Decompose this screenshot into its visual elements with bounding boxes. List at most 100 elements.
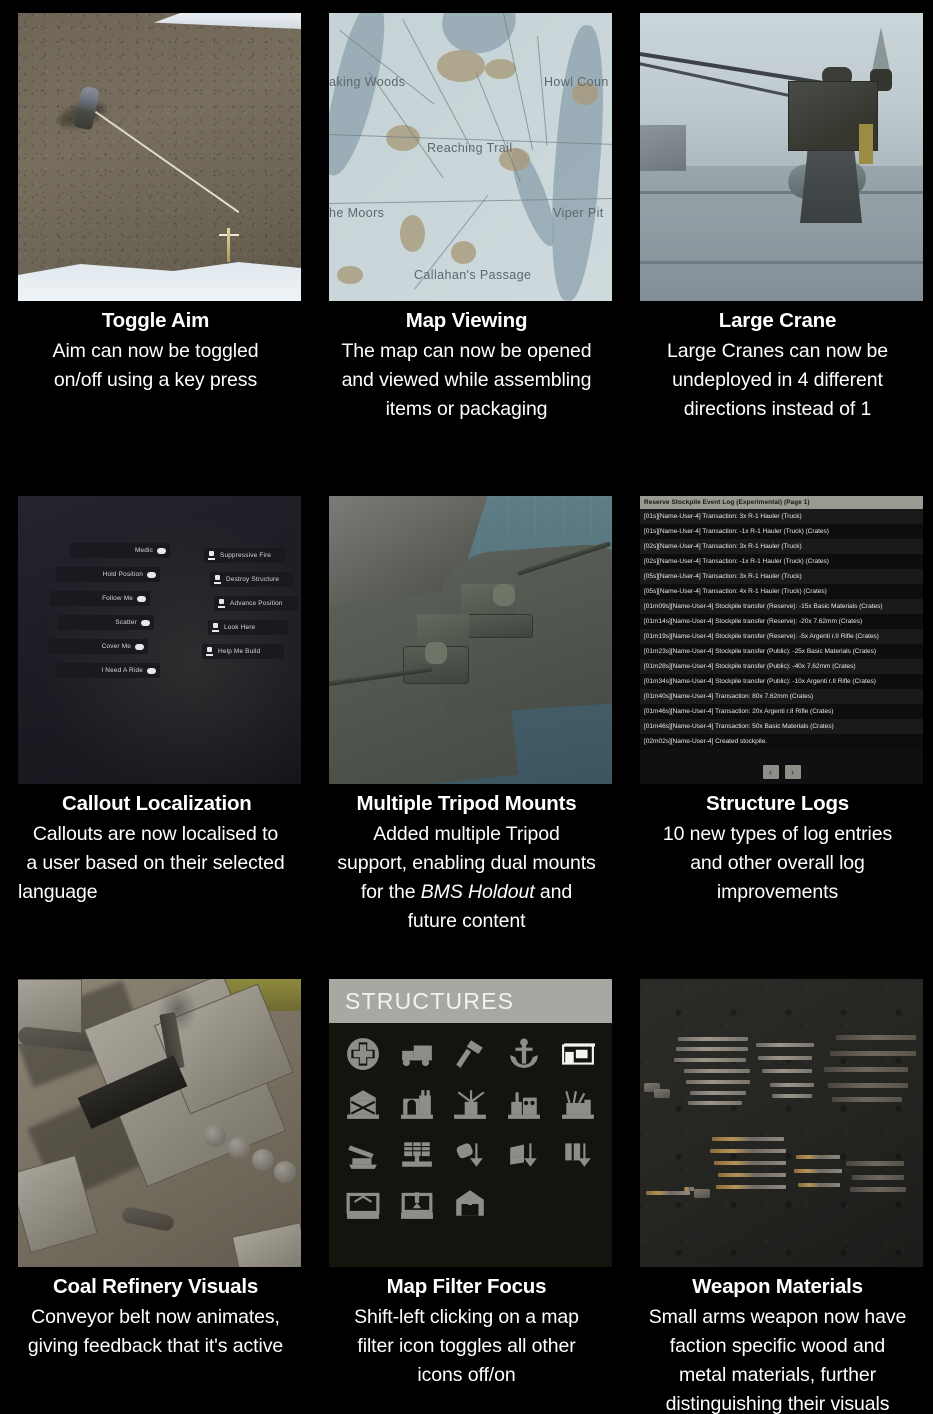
log-entry: [01s][Name-User-4] Transaction: -1x R-1 … xyxy=(640,524,923,539)
card-title: Toggle Aim xyxy=(101,309,210,332)
callout-option-scatter[interactable]: Scatter xyxy=(58,615,154,630)
filter-panel-title: STRUCTURES xyxy=(345,987,515,1014)
weapon-item xyxy=(684,1069,750,1073)
card-title: Map Filter Focus xyxy=(386,1275,547,1298)
callout-label: I Need A Ride xyxy=(101,667,143,674)
callout-option-suppressive-fire[interactable]: Suppressive Fire xyxy=(204,548,286,563)
weapon-item xyxy=(688,1101,742,1105)
card-body-line: Callouts are now localised to xyxy=(32,823,279,845)
next-page-button[interactable]: › xyxy=(784,765,801,779)
speech-bubble-icon xyxy=(157,547,166,554)
refinery-tank xyxy=(274,1161,296,1183)
solar-array-icon[interactable] xyxy=(391,1131,443,1177)
callout-option-advance-position[interactable]: Advance Position xyxy=(214,596,298,611)
factory-icon[interactable] xyxy=(391,1081,443,1127)
callout-label: Help Me Build xyxy=(218,648,261,655)
weapon-item xyxy=(690,1091,746,1095)
weapon-item xyxy=(756,1043,814,1047)
card-body-line: future content xyxy=(407,909,526,932)
log-entry: [01m14s][Name-User-4] Stockpile transfer… xyxy=(640,614,923,629)
map-marker-icon xyxy=(208,551,215,560)
structure-log-screenshot[interactable]: Reserve Stockpile Event Log (Experimenta… xyxy=(640,496,923,784)
card-structure-logs: Reserve Stockpile Event Log (Experimenta… xyxy=(622,483,933,966)
resource-drop-icon[interactable] xyxy=(445,1131,497,1177)
map-marker-icon xyxy=(214,575,221,584)
card-map-filter-focus: STRUCTURES Map Filter Focus Shift-left c… xyxy=(311,966,622,1414)
card-body-line: items or packaging xyxy=(385,397,548,420)
callout-option-hold-position[interactable]: Hold Position xyxy=(56,567,160,582)
callout-option-medic[interactable]: Medic xyxy=(70,543,170,558)
prev-page-button[interactable]: ‹ xyxy=(762,765,779,779)
bunker-base-icon[interactable] xyxy=(337,1081,389,1127)
card-title: Weapon Materials xyxy=(692,1275,863,1298)
refinery-icon[interactable] xyxy=(498,1081,550,1127)
anchor-icon[interactable] xyxy=(498,1031,550,1077)
callout-option-cover-me[interactable]: Cover Me xyxy=(48,639,148,654)
crate-drop-icon[interactable] xyxy=(552,1131,604,1177)
card-title: Structure Logs xyxy=(706,792,849,815)
weapon-item xyxy=(824,1067,908,1072)
pistol-item xyxy=(654,1089,670,1098)
map-region-label: aking Woods xyxy=(329,75,406,89)
card-body: Callouts are now localised to a user bas… xyxy=(18,820,293,907)
card-body: Large Cranes can now be undeployed in 4 … xyxy=(640,337,915,424)
storage-depot-icon[interactable] xyxy=(552,1031,604,1077)
callout-option-help-me-build[interactable]: Help Me Build xyxy=(202,644,284,659)
weapon-item xyxy=(770,1083,814,1087)
map-viewing-screenshot[interactable]: aking Woods Howl Coun Reaching Trail he … xyxy=(329,13,612,301)
card-large-crane: Large Crane Large Cranes can now be unde… xyxy=(622,0,933,483)
callout-menu-screenshot[interactable]: Medic Hold Position Follow Me Scatter Co… xyxy=(18,496,301,784)
card-body: Small arms weapon now have faction speci… xyxy=(640,1303,915,1414)
map-region-label: Viper Pit xyxy=(553,206,604,220)
weapon-item xyxy=(716,1185,786,1189)
callout-label: Look Here xyxy=(224,624,256,631)
map-region-label: he Moors xyxy=(329,206,385,220)
shipyard-icon[interactable] xyxy=(337,1181,389,1227)
materials-drop-icon[interactable] xyxy=(498,1131,550,1177)
callout-label: Destroy Structure xyxy=(226,576,280,583)
callout-option-i-need-a-ride[interactable]: I Need A Ride xyxy=(56,663,160,678)
callout-option-destroy-structure[interactable]: Destroy Structure xyxy=(210,572,294,587)
callout-option-follow-me[interactable]: Follow Me xyxy=(50,591,150,606)
artillery-gun-icon[interactable] xyxy=(337,1131,389,1177)
card-body-line: language xyxy=(18,880,98,903)
map-marker-icon xyxy=(206,647,213,656)
card-body-line: and viewed while assembling xyxy=(341,368,592,391)
card-body-line: improvements xyxy=(716,880,839,903)
filter-panel-header: STRUCTURES xyxy=(329,979,612,1023)
card-body-line: giving feedback that it's active xyxy=(27,1334,284,1357)
card-body-text: and xyxy=(534,880,573,903)
callout-label: Scatter xyxy=(115,619,137,626)
callout-option-look-here[interactable]: Look Here xyxy=(208,620,288,635)
map-filter-panel-screenshot[interactable]: STRUCTURES xyxy=(329,979,612,1267)
weapon-item xyxy=(832,1097,902,1102)
card-body-line: Small arms weapon now have xyxy=(648,1306,907,1328)
weapon-item xyxy=(710,1149,786,1153)
log-entry-list: [01s][Name-User-4] Transaction: 3x R-1 H… xyxy=(640,509,923,749)
card-body-line: directions instead of 1 xyxy=(683,397,872,420)
medical-cross-icon[interactable] xyxy=(337,1031,389,1077)
callout-label: Hold Position xyxy=(102,571,143,578)
map-region-label: Callahan's Passage xyxy=(414,268,532,282)
terrain-patch xyxy=(337,266,363,284)
card-body: Conveyor belt now animates, giving feedb… xyxy=(18,1303,293,1361)
weapon-item xyxy=(684,1187,694,1191)
card-body-line: undeployed in 4 different xyxy=(672,368,883,391)
card-body: Added multiple Tripod support, enabling … xyxy=(329,820,604,935)
hammer-icon[interactable] xyxy=(445,1031,497,1077)
weapon-item xyxy=(772,1094,812,1098)
card-weapon-materials: Weapon Materials Small arms weapon now h… xyxy=(622,966,933,1414)
log-entry: [01m40s][Name-User-4] Transaction: 80x 7… xyxy=(640,689,923,704)
truck-icon[interactable] xyxy=(391,1031,443,1077)
log-entry: [02s][Name-User-4] Transaction: 3x R-1 H… xyxy=(640,539,923,554)
dry-dock-icon[interactable] xyxy=(391,1181,443,1227)
crane-base-frame xyxy=(800,151,862,223)
construction-yard-icon[interactable] xyxy=(552,1081,604,1127)
map-region-label: Howl Coun xyxy=(544,75,609,89)
garage-icon[interactable] xyxy=(445,1181,497,1227)
log-entry: [02s][Name-User-4] Transaction: -1x R-1 … xyxy=(640,554,923,569)
weapon-item xyxy=(758,1056,812,1060)
radio-antenna-icon[interactable] xyxy=(445,1081,497,1127)
terrain-patch xyxy=(399,214,426,253)
log-entry: [01m23s][Name-User-4] Stockpile transfer… xyxy=(640,644,923,659)
